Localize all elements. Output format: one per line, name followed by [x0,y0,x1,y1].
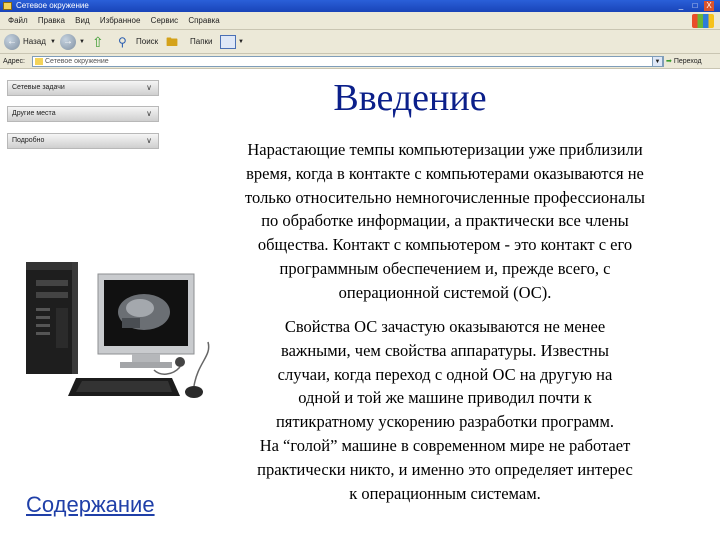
os-importance-paragraph: Свойства ОС зачастую оказываются не мене… [190,315,700,505]
menu-view[interactable]: Вид [75,12,89,30]
paragraph-line: только относительно немногочисленные про… [245,187,645,207]
paragraph-line: Нарастающие темпы компьютеризации уже пр… [247,140,643,159]
task-section-label: Другие места [12,110,56,117]
menubar: Файл Правка Вид Избранное Сервис Справка [0,12,720,30]
paragraph-line: время, когда в контакте с компьютерами о… [246,163,644,183]
paragraph-line: по обработке информации, а практически в… [261,211,629,231]
toolbar: ← Назад ▼ → ▼ ⇧ ⚲ Поиск 🖿 Папки ▼ [0,30,720,54]
address-value: Сетевое окружение [45,58,109,65]
paragraph-line: На “голой” машине в современном мире не … [259,435,631,455]
menu-favorites[interactable]: Избранное [100,12,141,30]
back-arrow-icon[interactable]: ← [4,34,20,50]
address-label: Адрес: [3,58,25,65]
task-section-details[interactable]: Подробно ∨ [7,133,159,149]
task-section-other-places[interactable]: Другие места ∨ [7,106,159,122]
contents-link[interactable]: Содержание [26,490,176,520]
folder-icon [35,58,43,65]
search-icon[interactable]: ⚲ [118,33,127,51]
task-section-label: Сетевые задачи [12,84,65,91]
paragraph-line: общества. Контакт с компьютером - это ко… [257,235,633,255]
go-arrow-icon: ➡ [666,58,672,65]
intro-paragraph: Нарастающие темпы компьютеризации уже пр… [185,138,705,305]
go-button[interactable]: ➡ Переход [666,56,716,67]
window-titlebar: Сетевое окружение _ □ X [0,0,720,12]
addressbar: Адрес: Сетевое окружение ▼ ➡ Переход [0,54,720,69]
back-dropdown-icon[interactable]: ▼ [50,33,56,51]
paragraph-line: практически никто, и именно это определя… [257,459,633,479]
go-button-label: Переход [673,58,702,65]
menu-edit[interactable]: Правка [38,12,65,30]
up-folder-icon[interactable]: ⇧ [92,33,104,51]
monitor-icon [97,273,195,368]
search-button-label[interactable]: Поиск [136,33,158,51]
speaker-icon [175,357,185,367]
chevron-down-icon[interactable]: ∨ [146,107,152,121]
paragraph-line: случаи, когда переход с одной ОС на друг… [277,364,613,384]
paragraph-line: важными, чем свойства аппаратуры. Извест… [281,340,609,360]
window-title: Сетевое окружение [16,1,89,10]
keyboard-icon [68,378,180,396]
paragraph-line: пятикратному ускорению разработки програ… [275,412,615,432]
maximize-button[interactable]: □ [690,1,700,11]
views-icon[interactable] [220,35,236,49]
paragraph-line: программным обеспечением и, прежде всего… [279,258,611,278]
task-section-network-tasks[interactable]: Сетевые задачи ∨ [7,80,159,96]
menu-file[interactable]: Файл [8,12,28,30]
paragraph-line: к операционным системам. [349,483,541,503]
minimize-button[interactable]: _ [676,1,686,11]
address-dropdown-icon[interactable]: ▼ [652,56,663,67]
paragraph-line: Свойства ОС зачастую оказываются не мене… [284,317,606,336]
network-folder-icon [3,2,12,10]
menu-help[interactable]: Справка [188,12,219,30]
address-input[interactable]: Сетевое окружение [32,56,664,67]
menu-tools[interactable]: Сервис [151,12,178,30]
folders-button-label[interactable]: Папки [190,33,213,51]
views-dropdown-icon[interactable]: ▼ [238,33,244,51]
close-button[interactable]: X [704,1,714,11]
forward-dropdown-icon[interactable]: ▼ [79,33,85,51]
forward-arrow-icon[interactable]: → [60,34,76,50]
paragraph-line: операционной системой (ОС). [338,282,552,302]
windows-logo-icon [692,14,714,28]
back-button-label[interactable]: Назад [23,33,46,51]
folders-icon[interactable]: 🖿 [166,33,178,51]
system-unit-icon [26,262,78,374]
chevron-down-icon[interactable]: ∨ [146,81,152,95]
task-pane: Сетевые задачи ∨ Другие места ∨ Подробно… [7,75,159,159]
slide-title: Введение [333,77,487,119]
task-section-label: Подробно [12,137,45,144]
paragraph-line: одной и той же машине приводил почти к [298,388,592,408]
chevron-down-icon[interactable]: ∨ [146,134,152,148]
